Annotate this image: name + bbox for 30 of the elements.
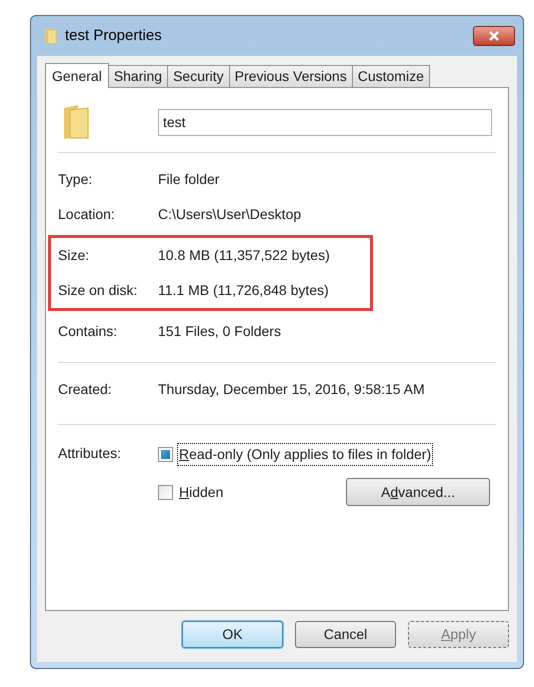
tab[interactable]: Customize <box>352 65 430 87</box>
dialog-button[interactable]: Cancel <box>295 621 396 648</box>
attributes-label: Attributes: <box>58 444 122 463</box>
close-icon <box>489 31 499 41</box>
property-value: C:\Users\User\Desktop <box>158 205 302 224</box>
advanced-button[interactable]: Advanced... <box>346 478 490 506</box>
checkbox-label[interactable]: Hidden <box>177 480 226 504</box>
property-value: 10.8 MB (11,357,522 bytes) <box>158 246 330 265</box>
property-label: Size on disk: <box>58 281 138 300</box>
tab[interactable]: Sharing <box>108 65 168 87</box>
checkbox[interactable] <box>158 447 173 462</box>
window-title: test Properties <box>65 26 163 46</box>
property-label: Created: <box>58 380 113 399</box>
tab[interactable]: Previous Versions <box>228 65 353 87</box>
property-label: Contains: <box>58 322 118 341</box>
property-label: Location: <box>58 205 116 224</box>
close-button[interactable] <box>473 26 515 46</box>
property-label: Size: <box>58 246 90 265</box>
name-field[interactable]: test <box>158 108 492 136</box>
dialog-button[interactable]: OK <box>182 621 283 648</box>
property-value: File folder <box>158 170 220 189</box>
checkbox[interactable] <box>158 484 173 500</box>
tab[interactable]: General <box>45 63 109 88</box>
property-label: Type: <box>58 170 94 189</box>
checkbox-label[interactable]: Read-only (Only applies to files in folder) <box>177 443 434 466</box>
property-value: 11.1 MB (11,726,848 bytes) <box>158 281 329 300</box>
property-value: 151 Files, 0 Folders <box>158 322 281 341</box>
property-value: Thursday, December 15, 2016, 9:58:15 AM <box>158 380 425 399</box>
tab[interactable]: Security <box>167 65 230 87</box>
folder-icon <box>43 27 57 45</box>
